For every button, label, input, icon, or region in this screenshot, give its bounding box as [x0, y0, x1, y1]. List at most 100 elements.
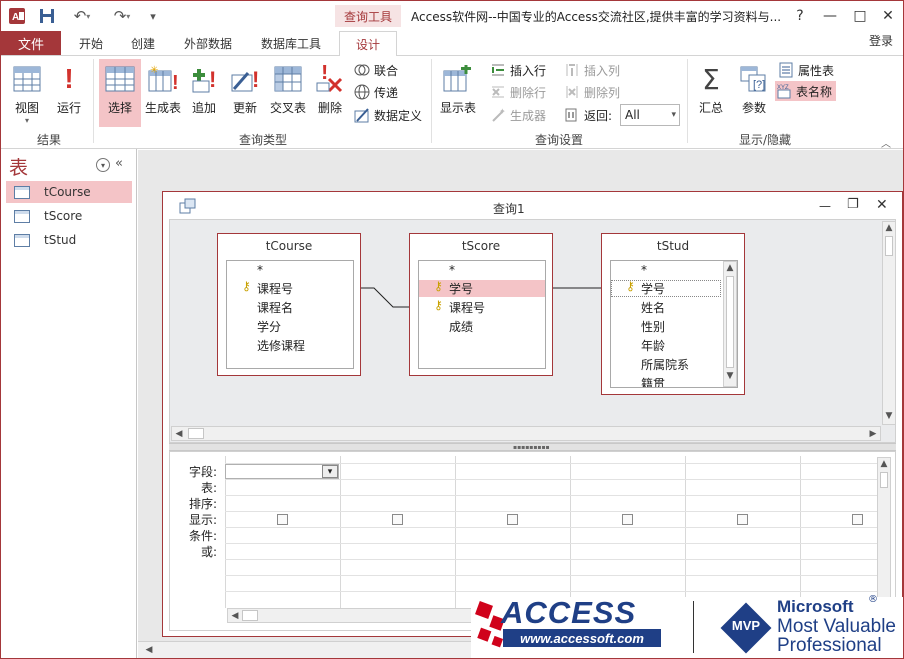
field-list-box: * ⚷ 学号 姓名 性别 年龄 所属院系 籍贯 ▲ ▼	[610, 260, 738, 388]
collapse-ribbon-icon[interactable]: ︿	[881, 135, 891, 150]
shutter-bar-close-icon[interactable]: «	[115, 156, 123, 171]
crosstab-button[interactable]: 交叉表	[267, 59, 309, 125]
query-restore-button[interactable]: ❐	[847, 197, 859, 212]
field-item[interactable]: 成绩	[449, 317, 473, 335]
registered-mark-icon: ®	[868, 594, 878, 605]
view-button[interactable]: 视图 ▾	[7, 59, 47, 125]
query-close-button[interactable]: ✕	[876, 197, 888, 213]
field-item[interactable]: 学号	[641, 279, 665, 297]
field-item[interactable]: 性别	[641, 317, 665, 335]
field-list-scrollbar[interactable]: ▲ ▼	[723, 261, 737, 387]
undo-icon[interactable]: ↶ ▾	[67, 6, 97, 26]
group-show-hide-label: 显示/隐藏	[738, 133, 792, 147]
append-button[interactable]: ! 追加	[185, 59, 223, 125]
field-item[interactable]: 年龄	[641, 336, 665, 354]
help-button[interactable]: ?	[785, 5, 815, 27]
field-item[interactable]: *	[641, 261, 647, 279]
show-checkbox[interactable]	[507, 514, 518, 525]
run-button[interactable]: ! 运行	[51, 59, 87, 125]
return-select[interactable]: All ▾	[620, 104, 680, 126]
tab-database-tools[interactable]: 数据库工具	[251, 31, 331, 55]
union-button[interactable]: 联合	[353, 60, 398, 80]
show-checkbox[interactable]	[277, 514, 288, 525]
nav-item-tscore[interactable]: tScore	[6, 205, 132, 227]
nav-item-tstud[interactable]: tStud	[6, 229, 132, 251]
field-item[interactable]: 选修课程	[257, 336, 305, 354]
upper-horizontal-scrollbar[interactable]: ◀ ▶	[171, 426, 881, 441]
nav-menu-dropdown-icon[interactable]: ▾	[96, 158, 110, 172]
select-query-button[interactable]: 选择	[99, 59, 141, 127]
nav-item-tcourse[interactable]: tCourse	[6, 181, 132, 203]
query-window-icon[interactable]	[179, 198, 197, 217]
nav-pane-header[interactable]: 表	[9, 153, 28, 180]
table-names-button[interactable]: XYZ 表名称	[775, 81, 837, 101]
minimize-button[interactable]: —	[815, 5, 845, 27]
insert-rows-button[interactable]: 插入行	[489, 60, 546, 80]
scroll-up-icon[interactable]: ▲	[883, 222, 895, 234]
access-app-icon[interactable]: A	[7, 6, 27, 26]
show-checkbox[interactable]	[622, 514, 633, 525]
scroll-thumb[interactable]	[188, 428, 204, 439]
scroll-thumb[interactable]	[242, 610, 258, 621]
field-item[interactable]: 课程名	[257, 298, 293, 316]
property-sheet-button[interactable]: 属性表	[777, 60, 834, 80]
scroll-down-icon[interactable]: ▼	[724, 370, 736, 382]
delete-query-button[interactable]: ! 删除	[311, 59, 349, 125]
svg-text:A: A	[12, 12, 19, 23]
show-checkbox[interactable]	[737, 514, 748, 525]
customize-quick-access-icon[interactable]: ▾	[143, 6, 163, 26]
scroll-thumb[interactable]	[880, 472, 888, 488]
select-query-icon	[105, 63, 135, 95]
delete-columns-button: 删除列	[563, 82, 620, 102]
scroll-left-icon[interactable]: ◀	[174, 428, 184, 440]
tab-external-data[interactable]: 外部数据	[173, 31, 243, 55]
field-dropdown-icon[interactable]: ▾	[322, 465, 338, 478]
field-item[interactable]: 课程号	[257, 279, 293, 297]
scroll-up-icon[interactable]: ▲	[878, 458, 890, 470]
delete-columns-label: 删除列	[584, 85, 621, 100]
scroll-thumb[interactable]	[726, 276, 734, 368]
make-table-label: 生成表	[144, 101, 181, 115]
field-list-tscore[interactable]: tScore * ⚷ 学号 ⚷ 课程号 成绩	[409, 233, 553, 376]
scroll-down-icon[interactable]: ▼	[883, 410, 895, 422]
data-definition-button[interactable]: 数据定义	[353, 105, 422, 125]
update-button[interactable]: ! 更新	[225, 59, 265, 125]
delete-columns-icon	[563, 84, 581, 100]
tab-file[interactable]: 文件	[1, 31, 61, 55]
pass-through-button[interactable]: 传递	[353, 82, 398, 102]
show-checkbox[interactable]	[392, 514, 403, 525]
save-icon[interactable]	[37, 6, 57, 26]
show-table-button[interactable]: 显示表	[437, 59, 479, 125]
show-checkbox[interactable]	[852, 514, 863, 525]
field-item[interactable]: 籍贯	[641, 374, 665, 388]
field-item[interactable]: 姓名	[641, 298, 665, 316]
field-item[interactable]: *	[449, 261, 455, 279]
redo-icon[interactable]: ↷ ▾	[107, 6, 137, 26]
field-item[interactable]: 课程号	[449, 298, 485, 316]
field-item[interactable]: 学分	[257, 317, 281, 335]
field-item[interactable]: 所属院系	[641, 355, 689, 373]
totals-button[interactable]: Σ 汇总	[693, 59, 729, 125]
sign-in-link[interactable]: 登录	[869, 32, 893, 49]
field-list-tcourse[interactable]: tCourse * ⚷ 课程号 课程名 学分 选修课程	[217, 233, 361, 376]
maximize-button[interactable]: □	[845, 5, 875, 27]
tab-home[interactable]: 开始	[67, 31, 115, 55]
close-button[interactable]: ✕	[873, 5, 903, 27]
make-table-button[interactable]: ✳! 生成表	[143, 59, 183, 125]
grid-vertical-scrollbar[interactable]: ▲	[877, 457, 891, 607]
field-list-tstud[interactable]: tStud * ⚷ 学号 姓名 性别 年龄 所属院系 籍贯 ▲ ▼	[601, 233, 745, 395]
tab-create[interactable]: 创建	[119, 31, 167, 55]
tab-design[interactable]: 设计	[339, 31, 397, 56]
upper-vertical-scrollbar[interactable]: ▲ ▼	[882, 221, 896, 425]
scroll-left-icon[interactable]: ◀	[230, 610, 240, 622]
grid-horizontal-scrollbar[interactable]: ◀	[227, 608, 477, 623]
parameters-button[interactable]: [?] 参数	[735, 59, 773, 125]
scroll-right-icon[interactable]: ▶	[868, 428, 878, 440]
field-item[interactable]: *	[257, 261, 263, 279]
query-minimize-button[interactable]: —	[819, 199, 831, 213]
scroll-up-icon[interactable]: ▲	[724, 262, 736, 274]
group-query-setup-label: 查询设置	[534, 133, 583, 147]
field-item[interactable]: 学号	[449, 279, 473, 297]
scroll-thumb[interactable]	[885, 236, 893, 256]
scroll-left-icon[interactable]: ◀	[143, 643, 155, 657]
